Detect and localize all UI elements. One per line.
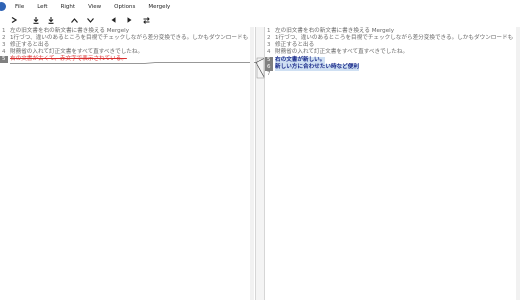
toggle-button[interactable] <box>8 13 20 27</box>
menu-file[interactable]: File <box>15 4 24 10</box>
line-number: 2 <box>267 35 271 41</box>
line-text: 財務省の入れて訂正文書をすべて直すべきでしたね。 <box>275 49 409 55</box>
triangle-right-icon <box>127 17 131 23</box>
previous-change-button[interactable] <box>68 13 80 27</box>
right-line-7: 7 <box>265 71 520 78</box>
merge-right-button[interactable] <box>123 13 135 27</box>
download-icon <box>48 16 54 24</box>
menu-bar: File Left Right View Options Mergely <box>0 0 520 13</box>
left-scrollbar[interactable] <box>250 27 254 300</box>
line-text: 修正すると出る <box>275 42 315 48</box>
next-change-button[interactable] <box>84 13 96 27</box>
line-text: 左の旧文書を右の新文書に書き換える Mergely <box>275 28 395 34</box>
right-editor[interactable]: 1 左の旧文書を右の新文書に書き換える Mergely 2 1行づつ、違いのある… <box>265 27 520 300</box>
menu-left[interactable]: Left <box>37 4 47 10</box>
line-number: 6 <box>265 64 273 71</box>
right-line-4: 4 財務省の入れて訂正文書をすべて直すべきでしたね。 <box>265 49 520 56</box>
chevron-down-icon <box>86 17 94 23</box>
merge-left-button[interactable] <box>107 13 119 27</box>
line-text: 1行づつ、違いのあるところを目視でチェックしながら差分変換できる。しかもダウンロ… <box>275 35 514 41</box>
right-line-5-added: 5 右の文書が新しい。 <box>265 57 520 64</box>
right-line-6-added: 6 新しい方に合わせたい時など便利 <box>265 64 520 71</box>
chevron-up-icon <box>70 17 78 23</box>
right-line-1: 1 左の旧文書を右の新文書に書き換える Mergely <box>265 28 520 35</box>
menu-right[interactable]: Right <box>61 4 75 10</box>
line-number: 4 <box>267 49 271 55</box>
download-icon <box>33 16 39 24</box>
line-number: 5 <box>265 57 273 64</box>
triangle-left-icon <box>111 17 115 23</box>
merge-down-right-button[interactable] <box>45 13 57 27</box>
menu-view[interactable]: View <box>88 4 101 10</box>
added-line-text: 新しい方に合わせたい時など便利 <box>275 64 359 71</box>
line-number: 1 <box>267 28 271 34</box>
menu-mergely[interactable]: Mergely <box>148 4 170 10</box>
right-scrollbar[interactable] <box>516 27 520 300</box>
added-line-text: 右の文書が新しい。 <box>275 57 326 64</box>
merge-down-left-button[interactable] <box>30 13 42 27</box>
swap-icon <box>142 16 150 24</box>
app-logo-icon <box>0 2 6 11</box>
toolbar <box>0 13 520 27</box>
right-line-2: 2 1行づつ、違いのあるところを目視でチェックしながら差分変換できる。しかもダウ… <box>265 35 520 42</box>
swap-button[interactable] <box>140 13 152 27</box>
chevron-right-icon <box>11 17 17 23</box>
line-number: 3 <box>267 42 271 48</box>
menu-options[interactable]: Options <box>114 4 135 10</box>
right-line-3: 3 修正すると出る <box>265 42 520 49</box>
line-number: 7 <box>267 71 271 77</box>
